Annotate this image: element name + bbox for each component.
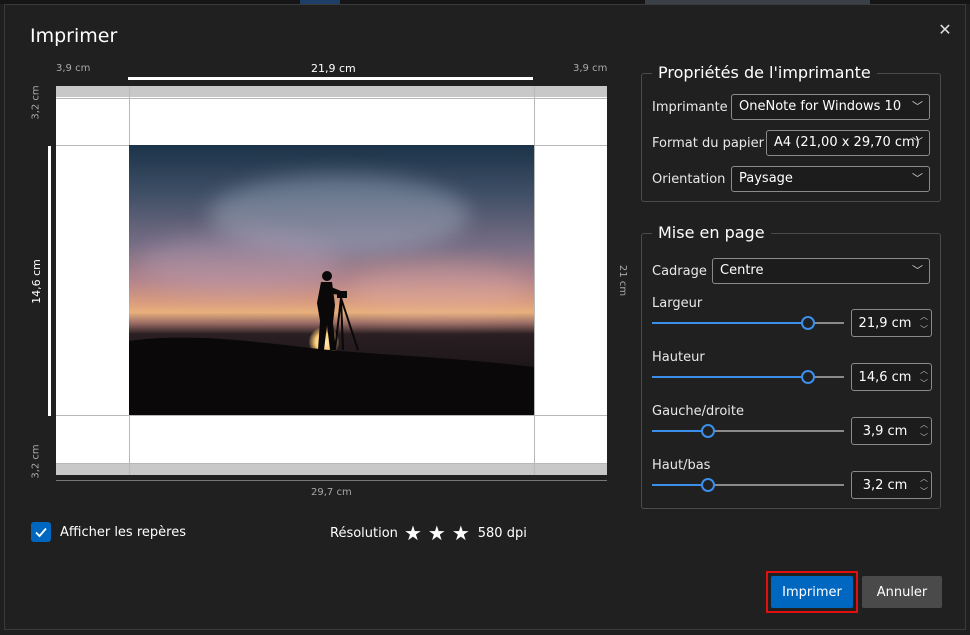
star-icon: ★ [451, 521, 470, 545]
chevron-down-icon[interactable]: ﹀ [920, 378, 928, 389]
orientation-select[interactable]: Paysage ﹀ [731, 166, 930, 192]
height-spinbox[interactable]: 14,6 cm ︿ ﹀ [851, 363, 932, 391]
ruler-left-center-label: 14,6 cm [29, 259, 43, 304]
paper-size-select[interactable]: A4 (21,00 x 29,70 cm) ﹀ [766, 130, 930, 156]
height-slider-thumb[interactable] [800, 370, 815, 384]
ruler-top-center-label: 21,9 cm [311, 62, 356, 75]
resolution-value: 580 dpi [477, 525, 527, 541]
printer-select[interactable]: OneNote for Windows 10 ﹀ [731, 94, 930, 120]
left-right-slider-fill [652, 430, 708, 432]
ruler-left-top-label: 3,2 cm [30, 85, 42, 120]
width-value: 21,9 cm [858, 316, 912, 331]
cancel-button[interactable]: Annuler [862, 576, 942, 608]
chevron-down-icon[interactable]: ﹀ [920, 432, 928, 443]
chevron-up-icon[interactable]: ︿ [920, 365, 928, 376]
ruler-bottom-label: 29,7 cm [311, 487, 352, 498]
guide-line-right [534, 86, 535, 475]
left-right-slider-thumb[interactable] [700, 424, 715, 438]
ruler-left-height-bar [48, 146, 51, 416]
top-bottom-spinbox[interactable]: 3,2 cm ︿ ﹀ [851, 471, 932, 499]
orientation-value: Paysage [739, 171, 793, 186]
print-dialog: Imprimer ✕ 3,9 cm 21,9 cm 3,9 cm 3,2 cm … [4, 4, 966, 630]
star-icon: ★ [403, 521, 422, 545]
chevron-down-icon: ﹀ [912, 100, 923, 113]
height-label: Hauteur [652, 350, 705, 365]
width-label: Largeur [652, 296, 703, 311]
chevron-up-icon[interactable]: ︿ [920, 419, 928, 430]
print-preview-page [56, 86, 607, 475]
ruler-right-label: 21 cm [617, 264, 629, 297]
printer-properties-group: Propriétés de l'imprimante Imprimante On… [641, 63, 941, 202]
page-layout-group: Mise en page Cadrage Centre ﹀ Largeur 21… [641, 223, 941, 509]
guide-line-top [56, 98, 607, 99]
chevron-down-icon[interactable]: ﹀ [920, 486, 928, 497]
crop-value: Centre [720, 263, 764, 278]
paper-size-value: A4 (21,00 x 29,70 cm) [774, 135, 920, 150]
chevron-up-icon[interactable]: ︿ [920, 473, 928, 484]
page-layout-legend: Mise en page [652, 223, 771, 242]
chevron-down-icon: ﹀ [912, 264, 923, 277]
printer-properties-legend: Propriétés de l'imprimante [652, 63, 877, 82]
left-right-value: 3,9 cm [862, 424, 908, 439]
print-button[interactable]: Imprimer [771, 576, 853, 608]
ruler-left-bottom-label: 3,2 cm [30, 444, 42, 479]
resolution-indicator: Résolution ★ ★ ★ 580 dpi [330, 523, 527, 543]
ruler-top-left-label: 3,9 cm [56, 63, 91, 74]
close-icon[interactable]: ✕ [931, 15, 959, 43]
checkmark-icon [35, 527, 47, 538]
crop-label: Cadrage [652, 264, 707, 279]
paper-top-margin [56, 86, 607, 97]
left-right-spinbox[interactable]: 3,9 cm ︿ ﹀ [851, 417, 932, 445]
chevron-down-icon: ﹀ [912, 136, 923, 149]
dialog-title: Imprimer [30, 25, 118, 47]
ruler-top-width-bar [128, 77, 533, 80]
show-guides-option[interactable]: Afficher les repères [31, 522, 186, 542]
height-slider-fill [652, 376, 808, 378]
height-value: 14,6 cm [858, 370, 912, 385]
top-bottom-slider-thumb[interactable] [700, 478, 715, 492]
show-guides-checkbox[interactable] [31, 522, 51, 542]
width-slider-thumb[interactable] [800, 316, 815, 330]
top-bottom-label: Haut/bas [652, 458, 711, 473]
left-right-label: Gauche/droite [652, 404, 745, 419]
chevron-down-icon[interactable]: ﹀ [920, 324, 928, 335]
ruler-bottom-line [56, 480, 607, 481]
guide-line-bottom [56, 463, 607, 464]
star-icon: ★ [427, 521, 446, 545]
chevron-up-icon[interactable]: ︿ [920, 311, 928, 322]
resolution-label: Résolution [330, 525, 398, 541]
width-spinbox[interactable]: 21,9 cm ︿ ﹀ [851, 309, 932, 337]
guide-line-lower [56, 415, 607, 416]
photographer-silhouette [129, 271, 534, 415]
paper-bottom-margin [56, 464, 607, 475]
show-guides-label: Afficher les repères [60, 524, 186, 540]
top-bottom-slider-fill [652, 484, 708, 486]
ruler-top-right-label: 3,9 cm [573, 63, 608, 74]
width-slider-fill [652, 322, 808, 324]
preview-photo [129, 145, 534, 415]
paper-size-label: Format du papier [652, 136, 764, 151]
printer-label: Imprimante [652, 100, 728, 115]
orientation-label: Orientation [652, 172, 726, 187]
top-bottom-value: 3,2 cm [862, 478, 908, 493]
printer-value: OneNote for Windows 10 [739, 99, 902, 114]
crop-select[interactable]: Centre ﹀ [712, 258, 930, 284]
chevron-down-icon: ﹀ [912, 172, 923, 185]
